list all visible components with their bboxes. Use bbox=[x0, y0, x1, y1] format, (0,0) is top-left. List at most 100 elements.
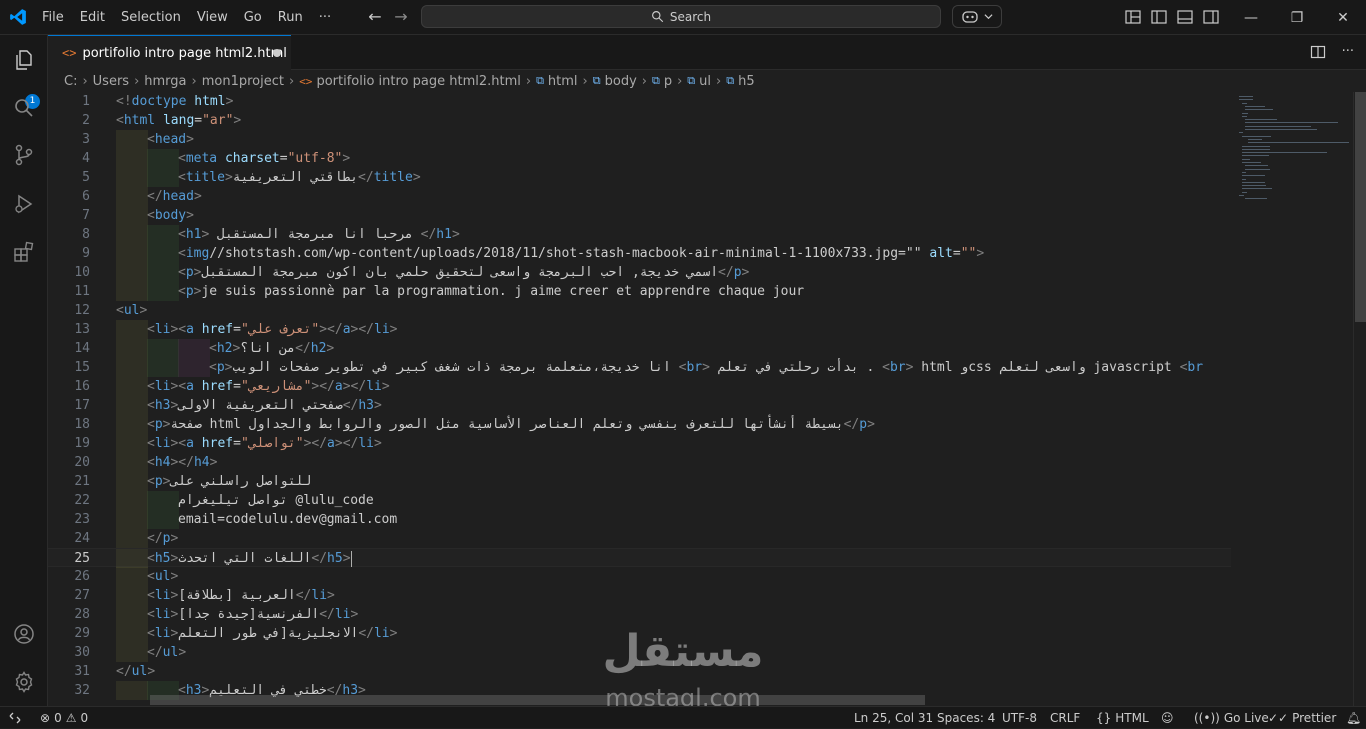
run-and-debug-icon[interactable] bbox=[12, 192, 36, 216]
code-line[interactable]: 3 <head> bbox=[48, 130, 1231, 149]
code-line[interactable]: 21 <p>للتواصل راسلني على bbox=[48, 472, 1231, 491]
menu-view[interactable]: View bbox=[189, 0, 236, 35]
forward-arrow-icon[interactable]: → bbox=[392, 8, 410, 26]
encoding[interactable]: UTF-8 bbox=[1002, 707, 1037, 729]
code-line[interactable]: 1 <!doctype html> bbox=[48, 92, 1231, 111]
search-icon[interactable] bbox=[12, 96, 36, 120]
menu-edit[interactable]: Edit bbox=[72, 0, 113, 35]
code-token: </ bbox=[116, 664, 132, 679]
copilot-button[interactable] bbox=[952, 5, 1002, 28]
back-arrow-icon[interactable]: ← bbox=[366, 8, 384, 26]
code-line[interactable]: 26 <ul> bbox=[48, 567, 1231, 586]
breadcrumb-h5[interactable]: h5 bbox=[738, 74, 755, 89]
toggle-panel-icon[interactable] bbox=[1176, 8, 1194, 26]
menu-run[interactable]: Run bbox=[270, 0, 311, 35]
line-number: 10 bbox=[74, 265, 90, 280]
explorer-files-icon[interactable] bbox=[12, 48, 36, 72]
command-center-search[interactable]: Search bbox=[421, 5, 941, 28]
code-line[interactable]: 14 <h2>من انا؟</h2> bbox=[48, 339, 1231, 358]
code-line[interactable]: 18 <p>صفحة html بسيطة أنشأتها للتعرف بنفس… bbox=[48, 415, 1231, 434]
breadcrumb-drive[interactable]: C: bbox=[64, 74, 77, 89]
language-mode[interactable]: {} HTML bbox=[1096, 707, 1149, 729]
code-line[interactable]: 17 <h3>صفحتي التعريفية الاولى</h3> bbox=[48, 396, 1231, 415]
breadcrumb-users[interactable]: Users bbox=[93, 74, 129, 89]
breadcrumb-project[interactable]: mon1project bbox=[202, 74, 284, 89]
line-number: 29 bbox=[74, 626, 90, 641]
split-editor-icon[interactable] bbox=[1310, 44, 1326, 60]
extensions-icon[interactable] bbox=[12, 240, 36, 264]
breadcrumb-html[interactable]: html bbox=[548, 74, 578, 89]
code-line[interactable]: 27 <li>العربية [بطلاقة]</li> bbox=[48, 586, 1231, 605]
vertical-scrollbar-thumb[interactable] bbox=[1355, 92, 1366, 322]
source-control-icon[interactable] bbox=[12, 143, 36, 167]
code-text: <img//shotstash.com/wp-content/uploads/2… bbox=[178, 244, 984, 263]
notifications-button[interactable]: 🔔︎ bbox=[1346, 707, 1361, 729]
code-text: </ul> bbox=[147, 643, 186, 662]
toggle-secondary-sidebar-icon[interactable] bbox=[1202, 8, 1220, 26]
menu-go[interactable]: Go bbox=[236, 0, 270, 35]
end-of-line[interactable]: CRLF bbox=[1050, 707, 1080, 729]
code-line[interactable]: 13 <li><a href="تعرف علي"></a></li> bbox=[48, 320, 1231, 339]
line-number: 6 bbox=[82, 189, 90, 204]
breadcrumb-file[interactable]: portifolio intro page html2.html bbox=[316, 74, 520, 89]
code-line[interactable]: 9 <img//shotstash.com/wp-content/uploads/… bbox=[48, 244, 1231, 263]
code-token: h4 bbox=[154, 455, 171, 470]
code-token: h1 bbox=[185, 227, 202, 242]
accounts-icon[interactable] bbox=[12, 622, 36, 646]
code-token: head bbox=[162, 189, 194, 204]
code-token: من انا؟ bbox=[240, 341, 296, 356]
breadcrumb-hmrga[interactable]: hmrga bbox=[144, 74, 186, 89]
go-live-button[interactable]: ((•)) Go Live bbox=[1194, 707, 1269, 729]
code-line[interactable]: 19 <li><a href="تواصلي"></a></li> bbox=[48, 434, 1231, 453]
code-line[interactable]: 10 <p>اسمي خديجة, احب البرمجة واسعى لتحقي… bbox=[48, 263, 1231, 282]
feedback-button[interactable]: ☺ bbox=[1161, 707, 1174, 729]
cursor-position[interactable]: Ln 25, Col 31 bbox=[854, 707, 933, 729]
code-line[interactable]: 20 <h4></h4> bbox=[48, 453, 1231, 472]
code-line[interactable]: 15 <p>انا خديجة،متعلمة برمجة ذات شغف كبير… bbox=[48, 358, 1231, 377]
code-line[interactable]: 23 email=codelulu.dev@gmail.com bbox=[48, 510, 1231, 529]
code-line[interactable]: 24 </p> bbox=[48, 529, 1231, 548]
minimize-button[interactable]: — bbox=[1228, 0, 1274, 35]
code-line[interactable]: 12 <ul> bbox=[48, 301, 1231, 320]
menu-more[interactable]: ··· bbox=[311, 0, 339, 35]
code-line[interactable]: 4 <meta charset="utf-8"> bbox=[48, 149, 1231, 168]
customize-layout-icon[interactable] bbox=[1124, 8, 1142, 26]
tab-portifolio-intro-page[interactable]: <> portifolio intro page html2.html bbox=[48, 35, 291, 70]
vertical-scrollbar[interactable] bbox=[1353, 92, 1366, 706]
unsaved-dot-icon[interactable] bbox=[273, 49, 281, 57]
more-actions-icon[interactable]: ··· bbox=[1342, 44, 1354, 60]
breadcrumb-ul[interactable]: ul bbox=[699, 74, 711, 89]
indentation[interactable]: Spaces: 4 bbox=[937, 707, 995, 729]
code-line[interactable]: 22 تواصل تيليغرام @lulu_code bbox=[48, 491, 1231, 510]
horizontal-scrollbar-thumb[interactable] bbox=[150, 695, 925, 705]
menu-file[interactable]: File bbox=[34, 0, 72, 35]
breadcrumb-p[interactable]: p bbox=[664, 74, 672, 89]
code-line[interactable]: 11 <p>je suis passionnè par la programmat… bbox=[48, 282, 1231, 301]
indent-guide bbox=[116, 549, 148, 568]
code-token: ></ bbox=[319, 322, 343, 337]
minimap[interactable] bbox=[1231, 92, 1353, 706]
code-line[interactable]: 6 </head> bbox=[48, 187, 1231, 206]
line-number: 4 bbox=[82, 151, 90, 166]
close-button[interactable]: ✕ bbox=[1320, 0, 1366, 35]
code-editor[interactable]: 1 <!doctype html> 2 <html lang="ar"> 3 <head>… bbox=[48, 92, 1231, 706]
code-line[interactable]: 16 <li><a href="مشاريعي"></a></li> bbox=[48, 377, 1231, 396]
code-line[interactable]: 7 <body> bbox=[48, 206, 1231, 225]
code-line[interactable]: 8 <h1> مرحبا انا مبرمجة المستقبل </h1> bbox=[48, 225, 1231, 244]
problems-indicator[interactable]: ⊗ 0 ⚠ 0 bbox=[40, 707, 88, 729]
prettier-button[interactable]: ✓✓ Prettier bbox=[1268, 707, 1336, 729]
code-token: href bbox=[201, 322, 234, 337]
restore-button[interactable]: ❐ bbox=[1274, 0, 1320, 35]
settings-gear-icon[interactable] bbox=[12, 670, 36, 694]
code-line[interactable]: 2 <html lang="ar"> bbox=[48, 111, 1231, 130]
error-count: 0 bbox=[54, 710, 62, 725]
code-line[interactable]: 5 <title>بطاقتي التعريفية</title> bbox=[48, 168, 1231, 187]
remote-indicator[interactable] bbox=[8, 707, 22, 729]
breadcrumb-body[interactable]: body bbox=[605, 74, 637, 89]
code-line[interactable]: 25 <h5>اللغات التي اتحدث</h5> bbox=[48, 548, 1231, 568]
code-line[interactable]: 28 <li>الفرنسية[جيدة جدا]</li> bbox=[48, 605, 1231, 624]
menu-selection[interactable]: Selection bbox=[113, 0, 189, 35]
indent-guide bbox=[147, 339, 179, 358]
code-token: head bbox=[154, 132, 187, 147]
toggle-primary-sidebar-icon[interactable] bbox=[1150, 8, 1168, 26]
